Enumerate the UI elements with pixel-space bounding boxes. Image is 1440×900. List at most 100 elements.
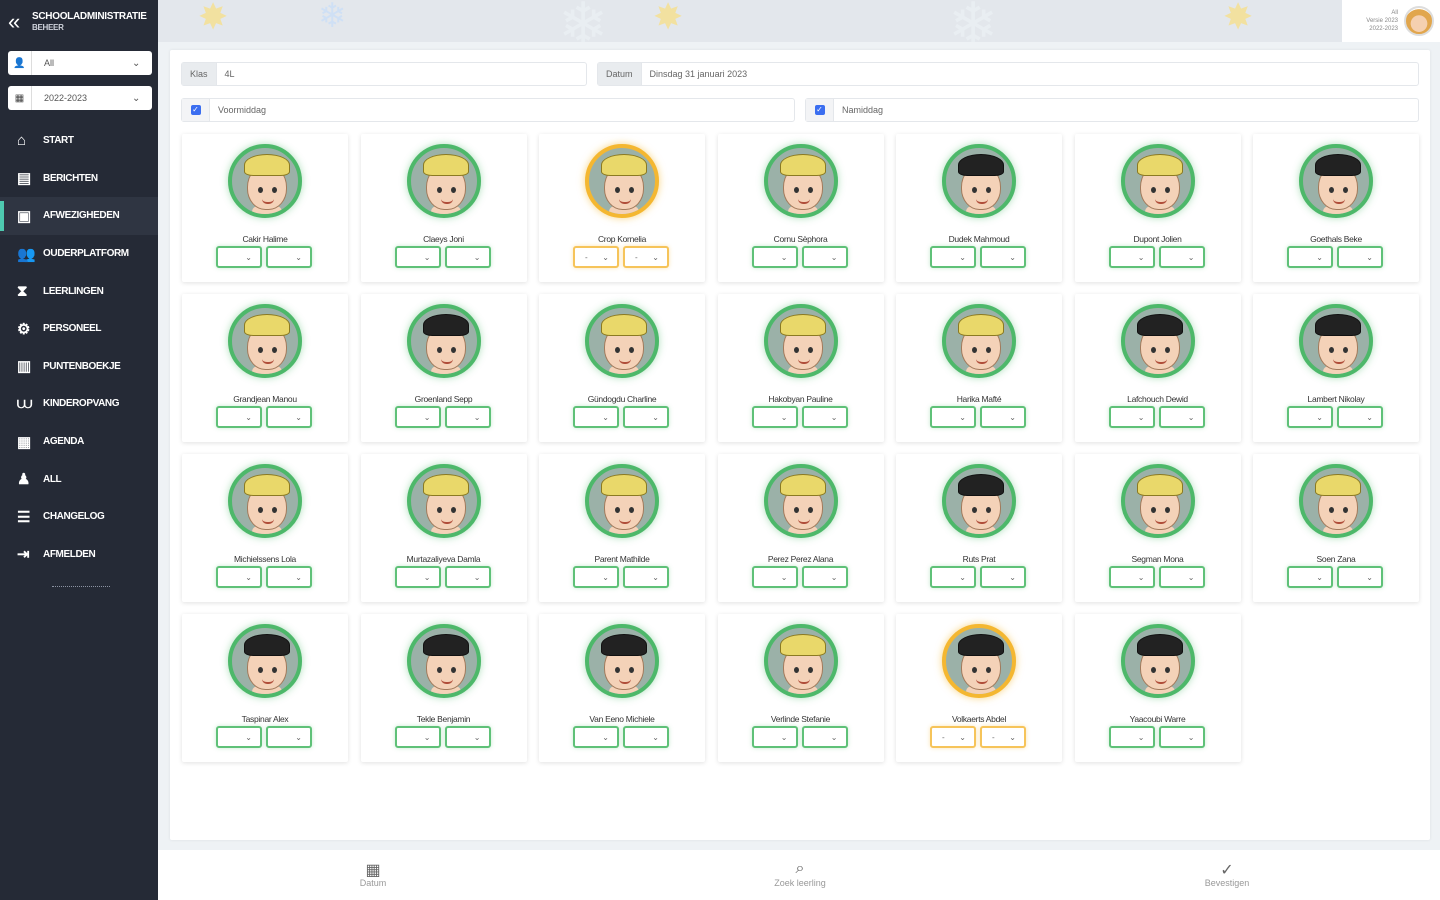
sidebar-item-personeel[interactable]: ⚙ PERSONEEL	[0, 310, 158, 348]
voormiddag-status-dropdown[interactable]: - ⌄	[930, 726, 976, 748]
voormiddag-status-dropdown[interactable]: ⌄	[573, 406, 619, 428]
namiddag-status-dropdown[interactable]: ⌄	[623, 566, 669, 588]
namiddag-status-dropdown[interactable]: ⌄	[801, 246, 848, 268]
voormiddag-status-dropdown[interactable]: ⌄	[1108, 406, 1155, 428]
voormiddag-status-dropdown[interactable]: ⌄	[1108, 726, 1155, 748]
voormiddag-status-dropdown[interactable]: ⌄	[216, 246, 262, 268]
student-card[interactable]: Goethals Beke ⌄ ⌄	[1253, 134, 1419, 282]
student-card[interactable]: Segman Mona ⌄ ⌄	[1074, 454, 1241, 602]
sidebar-item-start[interactable]: ⌂ START	[0, 122, 158, 160]
student-card[interactable]: Hakobyan Pauline ⌄ ⌄	[717, 294, 884, 442]
bevestigen-button[interactable]: ✓ Bevestigen	[1187, 860, 1267, 888]
voormiddag-status-dropdown[interactable]: ⌄	[394, 726, 441, 748]
student-card[interactable]: Michielssens Lola ⌄ ⌄	[182, 454, 348, 602]
student-card[interactable]: Van Eeno Michiele ⌄ ⌄	[539, 614, 705, 762]
namiddag-status-dropdown[interactable]: ⌄	[444, 406, 491, 428]
student-card[interactable]: Yaacoubi Warre ⌄ ⌄	[1074, 614, 1241, 762]
sidebar-item-changelog[interactable]: ☰ CHANGELOG	[0, 498, 158, 536]
namiddag-status-dropdown[interactable]: ⌄	[266, 566, 312, 588]
sidebar-item-agenda[interactable]: ▦ AGENDA	[0, 423, 158, 461]
student-card[interactable]: Gündogdu Charline ⌄ ⌄	[539, 294, 705, 442]
namiddag-status-dropdown[interactable]: ⌄	[980, 566, 1026, 588]
namiddag-status-dropdown[interactable]: - ⌄	[980, 726, 1026, 748]
student-card[interactable]: Claeys Joni ⌄ ⌄	[360, 134, 527, 282]
voormiddag-status-dropdown[interactable]: ⌄	[930, 566, 976, 588]
student-card[interactable]: Parent Mathilde ⌄ ⌄	[539, 454, 705, 602]
namiddag-status-dropdown[interactable]: ⌄	[980, 406, 1026, 428]
student-card[interactable]: Perez Perez Alana ⌄ ⌄	[717, 454, 884, 602]
sidebar-item-afwezigheden[interactable]: ▣ AFWEZIGHEDEN	[0, 197, 158, 235]
student-card[interactable]: Dudek Mahmoud ⌄ ⌄	[896, 134, 1062, 282]
user-select[interactable]: 👤 All ⌄	[8, 51, 152, 75]
voormiddag-status-dropdown[interactable]: ⌄	[1108, 246, 1155, 268]
voormiddag-status-dropdown[interactable]: ⌄	[751, 566, 798, 588]
voormiddag-status-dropdown[interactable]: ⌄	[1287, 246, 1333, 268]
voormiddag-status-dropdown[interactable]: ⌄	[573, 726, 619, 748]
student-card[interactable]: Soen Zana ⌄ ⌄	[1253, 454, 1419, 602]
namiddag-status-dropdown[interactable]: ⌄	[266, 726, 312, 748]
voormiddag-status-dropdown[interactable]: ⌄	[1287, 566, 1333, 588]
sidebar-item-kinderopvang[interactable]: ⩊ KINDEROPVANG	[0, 385, 158, 423]
namiddag-status-dropdown[interactable]: ⌄	[266, 246, 312, 268]
namiddag-status-dropdown[interactable]: ⌄	[1337, 246, 1383, 268]
student-card[interactable]: Ruts Prat ⌄ ⌄	[896, 454, 1062, 602]
voormiddag-status-dropdown[interactable]: ⌄	[930, 406, 976, 428]
voormiddag-status-dropdown[interactable]: ⌄	[751, 246, 798, 268]
avatar[interactable]	[1404, 6, 1434, 36]
student-card[interactable]: Grandjean Manou ⌄ ⌄	[182, 294, 348, 442]
namiddag-status-dropdown[interactable]: ⌄	[1337, 406, 1383, 428]
collapse-sidebar-icon[interactable]: «	[8, 9, 32, 35]
namiddag-status-dropdown[interactable]: ⌄	[444, 726, 491, 748]
namiddag-field[interactable]: ✓ Namiddag	[805, 98, 1419, 122]
sidebar-item-ouderplatform[interactable]: 👥 OUDERPLATFORM	[0, 235, 158, 273]
voormiddag-status-dropdown[interactable]: ⌄	[394, 566, 441, 588]
student-card[interactable]: Murtazaliyeva Damla ⌄ ⌄	[360, 454, 527, 602]
voormiddag-status-dropdown[interactable]: ⌄	[216, 566, 262, 588]
sidebar-item-puntenboekje[interactable]: ▥ PUNTENBOEKJE	[0, 348, 158, 386]
namiddag-status-dropdown[interactable]: ⌄	[444, 566, 491, 588]
voormiddag-status-dropdown[interactable]: ⌄	[1108, 566, 1155, 588]
voormiddag-status-dropdown[interactable]: ⌄	[751, 726, 798, 748]
namiddag-status-dropdown[interactable]: ⌄	[801, 566, 848, 588]
voormiddag-status-dropdown[interactable]: ⌄	[573, 566, 619, 588]
sidebar-item-all[interactable]: ♟ All	[0, 460, 158, 498]
namiddag-status-dropdown[interactable]: ⌄	[1158, 406, 1205, 428]
namiddag-status-dropdown[interactable]: - ⌄	[623, 246, 669, 268]
namiddag-status-dropdown[interactable]: ⌄	[1158, 566, 1205, 588]
year-select[interactable]: ▦ 2022-2023 ⌄	[8, 86, 152, 110]
voormiddag-checkbox[interactable]: ✓	[182, 99, 210, 121]
namiddag-status-dropdown[interactable]: ⌄	[623, 406, 669, 428]
namiddag-status-dropdown[interactable]: ⌄	[1158, 246, 1205, 268]
datum-field[interactable]: Datum Dinsdag 31 januari 2023	[597, 62, 1419, 86]
voormiddag-status-dropdown[interactable]: - ⌄	[573, 246, 619, 268]
student-card[interactable]: Crop Kornelia - ⌄ - ⌄	[539, 134, 705, 282]
namiddag-checkbox[interactable]: ✓	[806, 99, 834, 121]
student-card[interactable]: Lafchouch Dewid ⌄ ⌄	[1074, 294, 1241, 442]
voormiddag-status-dropdown[interactable]: ⌄	[216, 726, 262, 748]
user-box[interactable]: All Versie 2023 2022-2023	[1342, 0, 1440, 42]
student-card[interactable]: Groenland Sepp ⌄ ⌄	[360, 294, 527, 442]
namiddag-status-dropdown[interactable]: ⌄	[801, 406, 848, 428]
namiddag-status-dropdown[interactable]: ⌄	[444, 246, 491, 268]
voormiddag-field[interactable]: ✓ Voormiddag	[181, 98, 795, 122]
student-card[interactable]: Taspinar Alex ⌄ ⌄	[182, 614, 348, 762]
student-card[interactable]: Dupont Jolien ⌄ ⌄	[1074, 134, 1241, 282]
student-card[interactable]: Verlinde Stefanie ⌄ ⌄	[717, 614, 884, 762]
namiddag-status-dropdown[interactable]: ⌄	[980, 246, 1026, 268]
namiddag-status-dropdown[interactable]: ⌄	[1337, 566, 1383, 588]
voormiddag-status-dropdown[interactable]: ⌄	[751, 406, 798, 428]
student-card[interactable]: Harika Mafté ⌄ ⌄	[896, 294, 1062, 442]
student-card[interactable]: Lambert Nikolay ⌄ ⌄	[1253, 294, 1419, 442]
sidebar-item-afmelden[interactable]: ⇥ AFMELDEN	[0, 536, 158, 574]
datum-button[interactable]: ▦ Datum	[333, 860, 413, 888]
zoek-leerling-button[interactable]: ⌕ Zoek leerling	[760, 860, 840, 888]
namiddag-status-dropdown[interactable]: ⌄	[266, 406, 312, 428]
namiddag-status-dropdown[interactable]: ⌄	[801, 726, 848, 748]
voormiddag-status-dropdown[interactable]: ⌄	[930, 246, 976, 268]
voormiddag-status-dropdown[interactable]: ⌄	[216, 406, 262, 428]
student-card[interactable]: Cakir Halime ⌄ ⌄	[182, 134, 348, 282]
namiddag-status-dropdown[interactable]: ⌄	[623, 726, 669, 748]
klas-field[interactable]: Klas 4L	[181, 62, 587, 86]
student-card[interactable]: Volkaerts Abdel - ⌄ - ⌄	[896, 614, 1062, 762]
student-card[interactable]: Tekle Benjamin ⌄ ⌄	[360, 614, 527, 762]
